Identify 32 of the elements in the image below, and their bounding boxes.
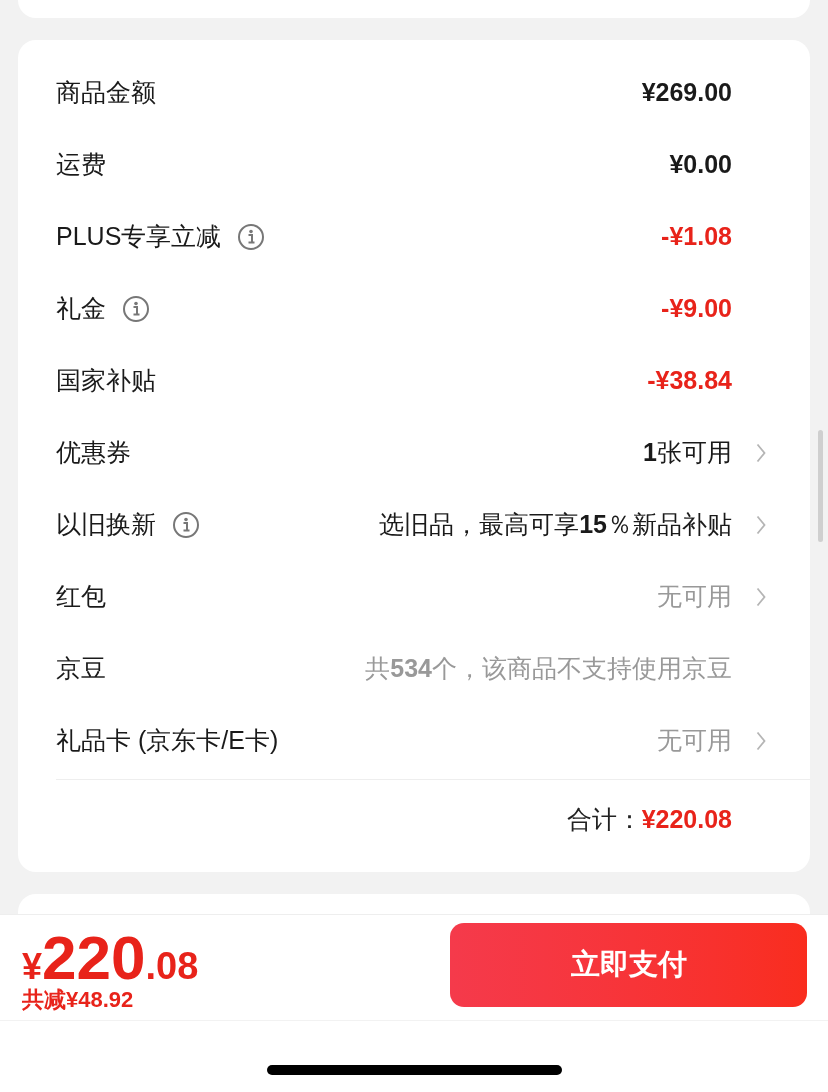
row-label: 礼金 (56, 293, 106, 325)
info-icon[interactable] (237, 223, 266, 251)
currency-symbol: ¥ (22, 946, 43, 988)
chevron-icon[interactable] (756, 587, 766, 607)
total-label: 合计： (566, 804, 642, 836)
row-label: 以旧换新 (56, 509, 156, 541)
row-value: -¥9.00 (661, 293, 732, 325)
row-label: 优惠券 (56, 437, 131, 469)
row-value: 共534个，该商品不支持使用京豆 (365, 653, 732, 685)
row-label: 礼品卡 (京东卡/E卡) (56, 725, 279, 757)
row-value: -¥1.08 (661, 221, 732, 253)
row-value: -¥38.84 (647, 365, 732, 397)
pay-button[interactable]: 立即支付 (450, 923, 807, 1007)
row-value[interactable]: 无可用 (657, 722, 732, 760)
row-label: 京豆 (56, 653, 106, 685)
row-value[interactable]: 选旧品，最高可享15％新品补贴 (379, 506, 732, 544)
row-value[interactable]: 1张可用 (643, 434, 732, 472)
row-value[interactable]: 无可用 (657, 578, 732, 616)
price-decimal: .08 (145, 944, 199, 989)
row-label: 运费 (56, 149, 106, 181)
chevron-icon[interactable] (756, 443, 766, 463)
row-label: 商品金额 (56, 77, 156, 109)
chevron-icon[interactable] (756, 731, 766, 751)
row-label: 国家补贴 (56, 365, 156, 397)
row-label: 红包 (56, 581, 106, 613)
info-icon[interactable] (122, 295, 150, 323)
row-value: ¥269.00 (641, 77, 732, 109)
info-icon[interactable] (172, 511, 200, 539)
row-value: ¥0.00 (669, 149, 732, 181)
total-value: ¥220.08 (641, 804, 732, 836)
chevron-icon[interactable] (756, 515, 766, 535)
row-label: PLUS专享立减 (56, 221, 222, 253)
